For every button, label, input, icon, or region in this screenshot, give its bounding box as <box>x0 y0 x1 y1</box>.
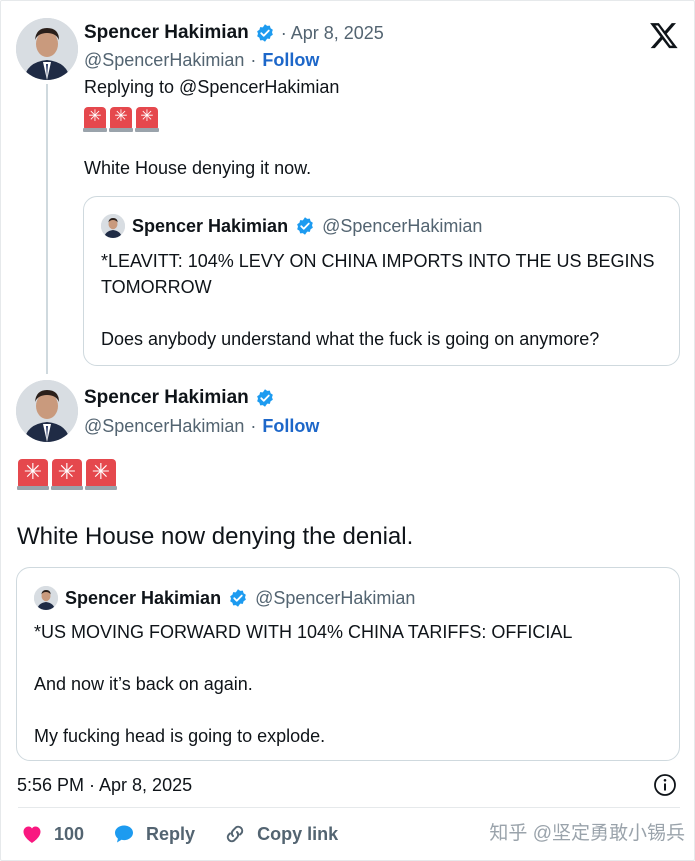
tweet2-header: Spencer Hakimian <box>84 387 275 409</box>
verified-badge-icon <box>256 24 273 42</box>
separator: · <box>250 50 257 70</box>
quote-text: *US MOVING FORWARD WITH 104% CHINA TARIF… <box>34 619 669 749</box>
copy-link-button[interactable]: Copy link <box>223 822 338 846</box>
reply-label: Reply <box>146 823 196 844</box>
copy-link-label: Copy link <box>257 823 339 844</box>
siren-icon <box>17 459 49 490</box>
watermark: 知乎 @坚定勇敢小锡兵 <box>489 823 685 844</box>
author-name[interactable]: Spencer Hakimian <box>84 387 249 409</box>
quote-avatar <box>34 586 58 610</box>
quote-paragraph: *LEAVITT: 104% LEVY ON CHINA IMPORTS INT… <box>101 251 655 297</box>
tweet2-handle-row: @SpencerHakimian · Follow <box>84 416 319 437</box>
tweet-timestamp[interactable]: 5:56 PM · Apr 8, 2025 <box>17 775 192 796</box>
siren-icon <box>135 107 159 132</box>
tweet-text: White House now denying the denial. <box>17 523 414 550</box>
author-handle[interactable]: @SpencerHakimian <box>84 50 244 71</box>
verified-badge-icon <box>230 589 246 607</box>
separator: · <box>250 416 257 436</box>
follow-button[interactable]: Follow <box>262 50 319 71</box>
heart-icon <box>23 826 41 843</box>
author-handle[interactable]: @SpencerHakimian <box>84 416 244 437</box>
quote-author-name: Spencer Hakimian <box>65 587 222 608</box>
verified-badge-icon <box>256 389 273 407</box>
reply-bubble-icon <box>115 825 134 843</box>
like-count: 100 <box>54 823 85 844</box>
thread-line <box>46 84 48 374</box>
like-button[interactable]: 100 <box>20 822 84 846</box>
quoted-tweet[interactable]: Spencer Hakimian @SpencerHakimian *US MO… <box>16 567 680 761</box>
quote-paragraph: Does anybody understand what the fuck is… <box>101 329 600 349</box>
divider <box>18 807 680 808</box>
follow-button[interactable]: Follow <box>262 416 319 437</box>
siren-icon <box>51 459 83 490</box>
quote-avatar <box>101 214 125 238</box>
reply-button[interactable]: Reply <box>112 822 195 846</box>
quote-author-handle: @SpencerHakimian <box>322 215 483 236</box>
action-bar: 100 Reply Copy link <box>20 822 366 846</box>
avatar[interactable] <box>16 380 78 442</box>
avatar[interactable] <box>16 18 78 80</box>
quote-paragraph: *US MOVING FORWARD WITH 104% CHINA TARIF… <box>34 622 573 642</box>
author-name[interactable]: Spencer Hakimian <box>84 22 249 44</box>
quoted-tweet[interactable]: Spencer Hakimian @SpencerHakimian *LEAVI… <box>83 196 680 366</box>
quote-author-name: Spencer Hakimian <box>132 215 289 236</box>
siren-emoji-row <box>17 459 117 490</box>
tweet1-header: Spencer Hakimian · Apr 8, 2025 <box>84 22 384 44</box>
siren-icon <box>109 107 133 132</box>
verified-badge-icon <box>297 217 313 235</box>
tweet-date[interactable]: · Apr 8, 2025 <box>281 23 384 44</box>
quote-paragraph: And now it’s back on again. <box>34 674 253 694</box>
tweet-text: White House denying it now. <box>84 158 312 178</box>
quote-paragraph: My fucking head is going to explode. <box>34 726 326 746</box>
siren-emoji-row <box>83 107 159 132</box>
replying-to[interactable]: Replying to @SpencerHakimian <box>84 77 339 98</box>
quote-text: *LEAVITT: 104% LEVY ON CHINA IMPORTS INT… <box>101 248 671 352</box>
tweet1-handle-row: @SpencerHakimian · Follow <box>84 50 319 71</box>
info-icon[interactable] <box>653 773 677 797</box>
quote-author-handle: @SpencerHakimian <box>255 587 416 608</box>
x-logo-icon[interactable] <box>649 20 679 50</box>
siren-icon <box>85 459 117 490</box>
link-icon <box>226 825 244 843</box>
siren-icon <box>83 107 107 132</box>
